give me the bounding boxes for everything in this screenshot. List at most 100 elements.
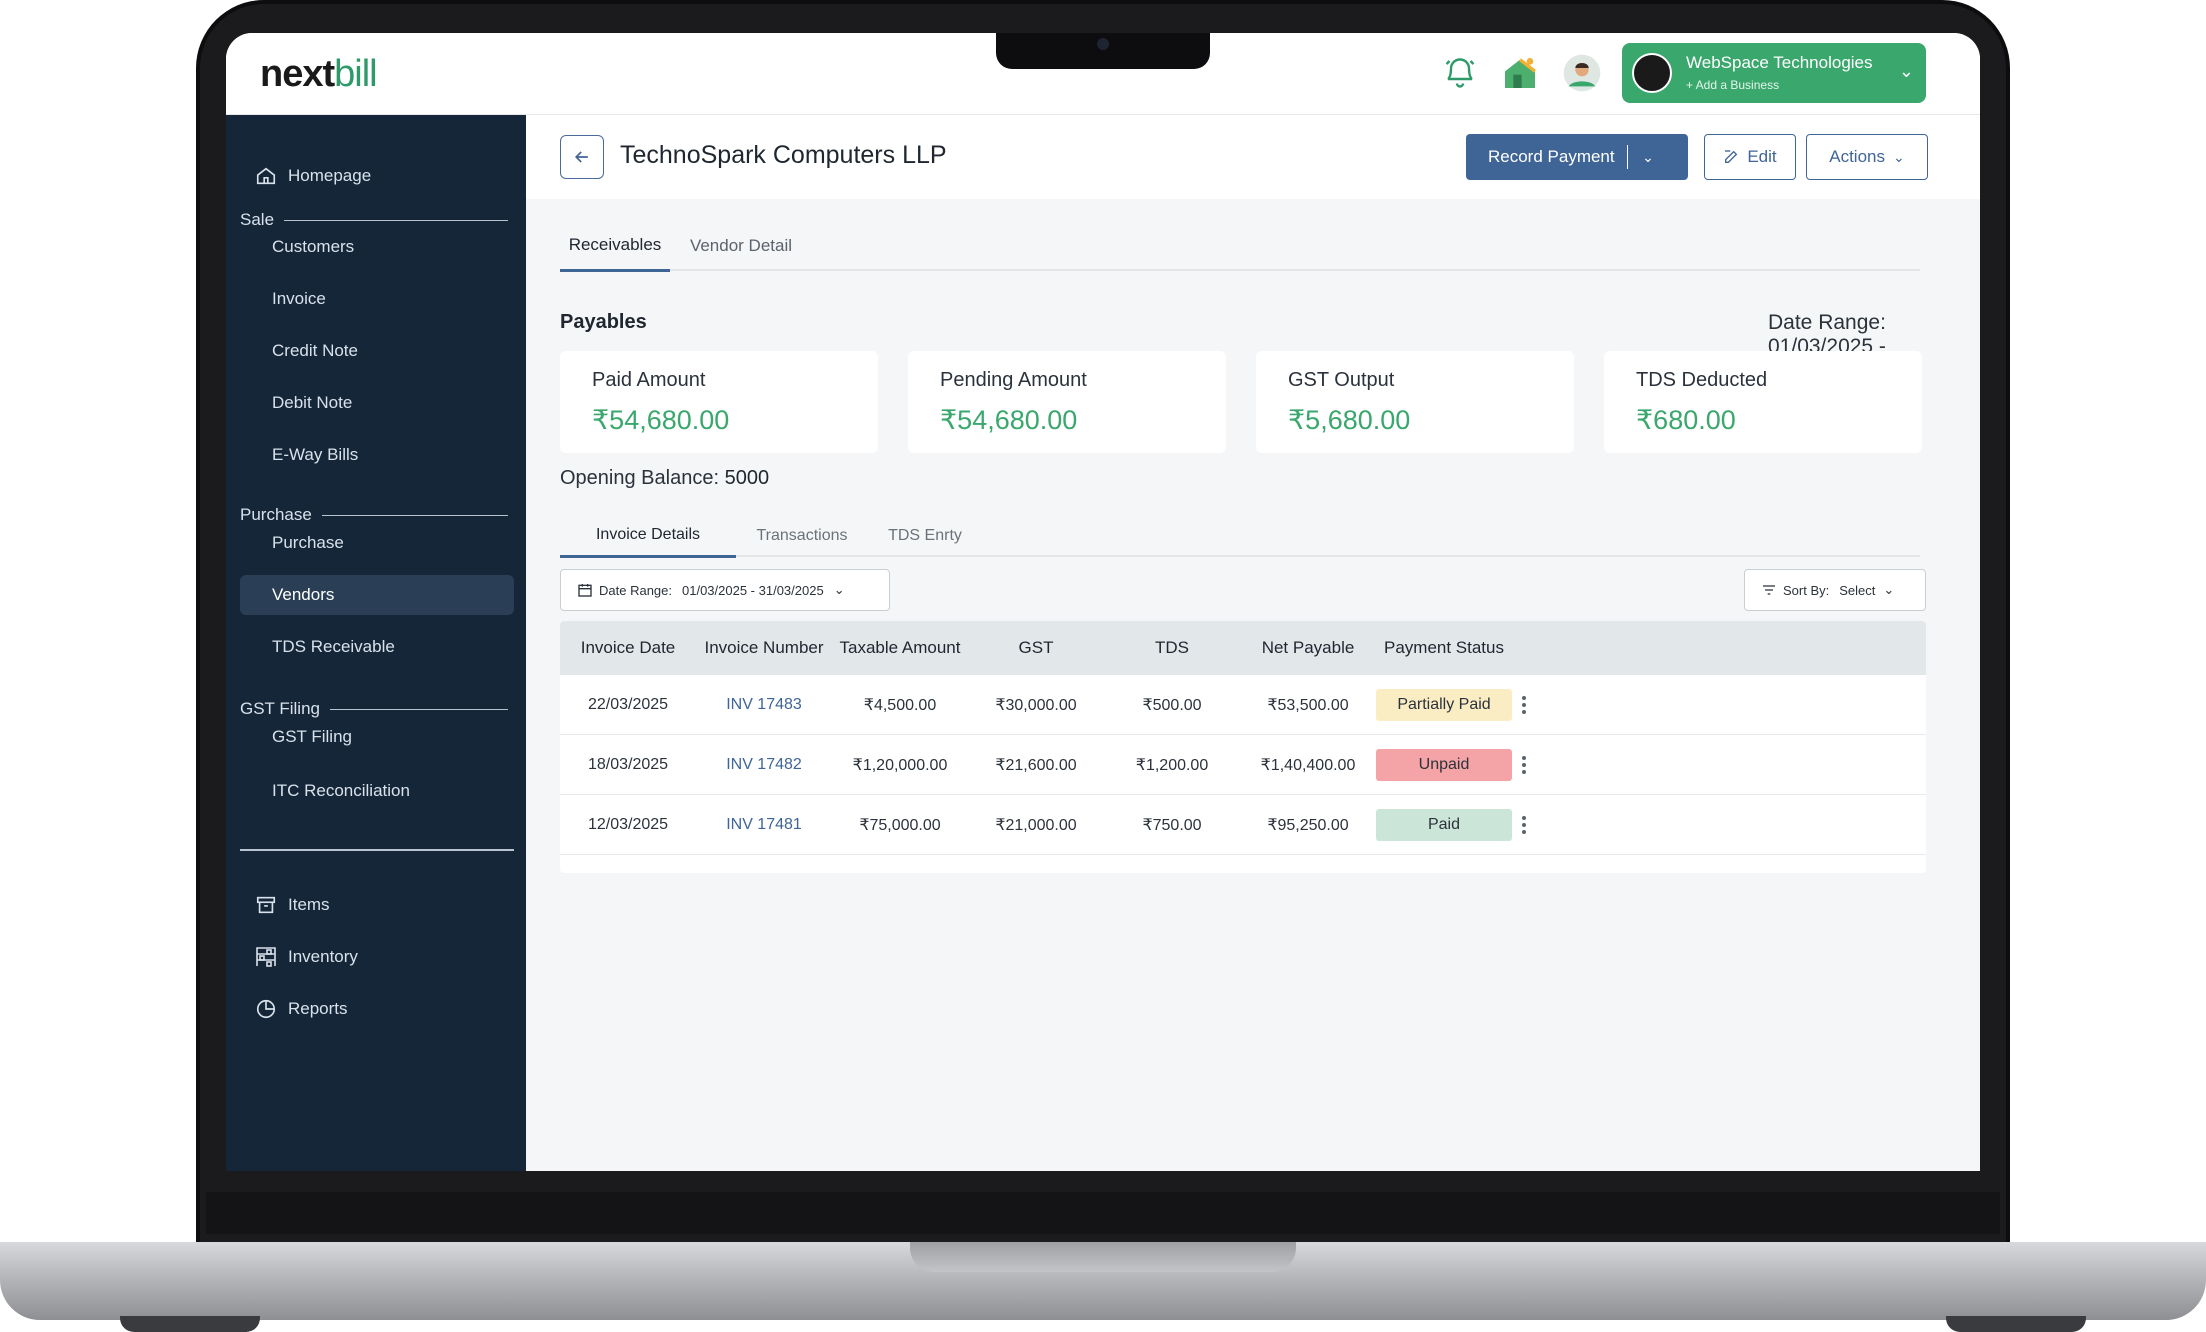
edit-icon [1725,150,1738,163]
edit-label: Edit [1747,147,1777,166]
sidebar-item-credit-note[interactable]: Credit Note [240,331,514,371]
column-header[interactable]: GST [968,621,1104,675]
sort-value: Select [1839,582,1876,598]
tab-invoice-details[interactable]: Invoice Details [560,515,736,558]
cell-tds: ₹750.00 [1142,817,1202,834]
record-payment-button[interactable]: Record Payment ⌄ [1466,134,1688,180]
back-button[interactable] [560,135,604,179]
table-row[interactable]: 12/03/2025 INV 17481 ₹75,000.00 ₹21,000.… [560,795,1926,855]
summary-card-tds: TDS Deducted ₹680.00 [1604,351,1922,453]
add-business-link[interactable]: + Add a Business [1686,78,1779,92]
sidebar-item-gst-filing[interactable]: GST Filing [240,717,514,757]
summary-card-paid: Paid Amount ₹54,680.00 [560,351,878,453]
cell-taxable-amount: ₹4,500.00 [863,697,937,714]
column-header[interactable]: Taxable Amount [832,621,968,675]
sidebar-item-itc-reconciliation[interactable]: ITC Reconciliation [240,771,514,811]
warehouse-icon [254,945,278,969]
sidebar-item-label: Homepage [288,166,372,185]
sidebar-item-homepage[interactable]: Homepage [240,156,514,196]
table-row[interactable]: 18/03/2025 INV 17482 ₹1,20,000.00 ₹21,60… [560,735,1926,795]
main-content: TechnoSpark Computers LLP Record Payment… [526,115,1980,1171]
sidebar-item-inventory[interactable]: Inventory [240,937,514,977]
sidebar-item-purchase[interactable]: Purchase [240,523,514,563]
calendar-icon [578,584,592,597]
column-header[interactable]: Payment Status [1376,621,1512,675]
chevron-down-icon: ⌄ [1893,148,1905,165]
kebab-icon[interactable] [1514,749,1534,781]
laptop-foot-right [1946,1316,2086,1332]
edit-button[interactable]: Edit [1704,134,1796,180]
filter-value: 01/03/2025 - 31/03/2025 [682,582,824,598]
sidebar-item-items[interactable]: Items [240,885,514,925]
business-name: WebSpace Technologies [1686,53,1873,72]
page-tabs: Receivables Vendor Detail [560,221,1920,272]
tab-vendor-detail[interactable]: Vendor Detail [674,221,808,271]
sidebar: Homepage Sale Customers Invoice Credit N… [226,115,526,1171]
sort-label: Sort By: [1783,582,1830,598]
summary-card-pending: Pending Amount ₹54,680.00 [908,351,1226,453]
invoice-number-link[interactable]: INV 17483 [696,675,832,735]
summary-card-gst-output: GST Output ₹5,680.00 [1256,351,1574,453]
cell-gst: ₹21,600.00 [995,757,1077,774]
date-range-filter[interactable]: Date Range: 01/03/2025 - 31/03/2025 ⌄ [560,569,890,611]
kebab-icon[interactable] [1514,689,1534,721]
column-header[interactable]: Invoice Number [696,621,832,675]
sidebar-item-tds-receivable[interactable]: TDS Receivable [240,627,514,667]
brand-logo[interactable]: nextbill [260,53,378,96]
table-row[interactable]: 22/03/2025 INV 17483 ₹4,500.00 ₹30,000.0… [560,675,1926,735]
actions-label: Actions [1829,147,1885,166]
page-header: TechnoSpark Computers LLP Record Payment… [526,115,1980,199]
invoice-number-link[interactable]: INV 17481 [696,795,832,855]
house-icon[interactable] [1498,51,1542,95]
table-header: Invoice Date Invoice Number Taxable Amou… [560,621,1926,675]
sidebar-item-label: Reports [288,999,348,1018]
sidebar-item-debit-note[interactable]: Debit Note [240,383,514,423]
laptop-base-notch [910,1242,1296,1272]
app-screen: nextbill WebSpace Technologies + Add a B… [226,33,1980,1171]
record-payment-label: Record Payment [1488,147,1615,166]
sidebar-item-eway-bills[interactable]: E-Way Bills [240,435,514,475]
sort-by-select[interactable]: Sort By: Select ⌄ [1744,569,1926,611]
cell-tds: ₹500.00 [1142,697,1202,714]
cell-taxable-amount: ₹75,000.00 [859,817,941,834]
column-header[interactable]: Invoice Date [560,621,696,675]
bell-icon[interactable] [1438,51,1482,95]
sidebar-item-invoice[interactable]: Invoice [240,279,514,319]
box-icon [254,893,278,917]
laptop-chin [206,1192,2000,1234]
cell-invoice-date: 18/03/2025 [587,756,669,773]
cell-net-payable: ₹53,500.00 [1267,697,1349,714]
section-title: Payables [560,311,647,333]
kebab-icon[interactable] [1514,809,1534,841]
detail-tabs: Invoice Details Transactions TDS Enrty [560,515,1920,558]
chevron-down-icon: ⌄ [833,582,845,597]
cell-gst: ₹21,000.00 [995,817,1077,834]
status-badge: Unpaid [1376,749,1512,781]
chevron-down-icon[interactable]: ⌄ [1642,149,1654,166]
cell-net-payable: ₹1,40,400.00 [1260,757,1356,774]
filter-label: Date Range: [599,582,672,598]
sidebar-item-reports[interactable]: Reports [240,989,514,1029]
cell-tds: ₹1,200.00 [1135,757,1209,774]
sidebar-item-customers[interactable]: Customers [240,227,514,267]
actions-button[interactable]: Actions ⌄ [1806,134,1928,180]
business-logo [1632,53,1672,93]
tab-tds-entry[interactable]: TDS Enrty [870,515,980,557]
tab-receivables[interactable]: Receivables [560,221,670,272]
tab-transactions[interactable]: Transactions [738,515,866,557]
sidebar-item-label: Items [288,895,330,914]
cell-invoice-date: 22/03/2025 [587,696,669,713]
cell-invoice-date: 12/03/2025 [587,816,669,833]
business-switcher[interactable]: WebSpace Technologies + Add a Business ⌄ [1622,43,1926,103]
avatar[interactable] [1560,51,1604,95]
invoice-number-link[interactable]: INV 17482 [696,735,832,795]
invoice-table: Invoice Date Invoice Number Taxable Amou… [560,621,1926,873]
laptop-mockup: nextbill WebSpace Technologies + Add a B… [0,0,2206,1332]
camera-icon [1097,38,1109,50]
sidebar-item-vendors[interactable]: Vendors [240,575,514,615]
column-header[interactable]: TDS [1104,621,1240,675]
sidebar-item-label: Inventory [288,947,358,966]
chevron-down-icon: ⌄ [1883,582,1895,597]
column-header[interactable]: Net Payable [1240,621,1376,675]
sidebar-divider [240,849,514,851]
